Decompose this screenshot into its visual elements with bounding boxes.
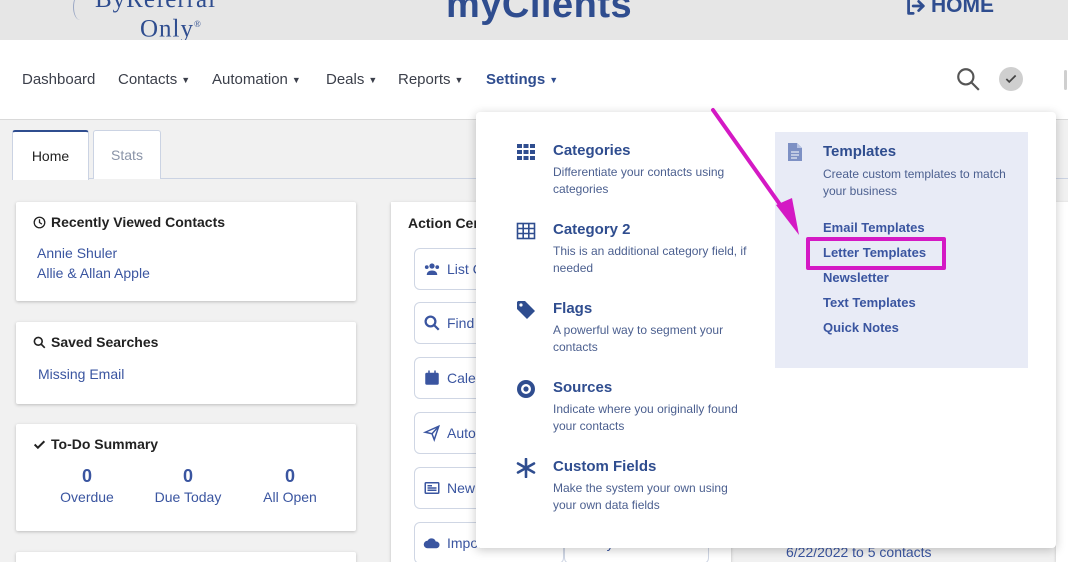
- calendar-icon: [425, 370, 439, 385]
- search-icon[interactable]: [955, 66, 981, 92]
- text-templates-link[interactable]: Text Templates: [823, 295, 916, 310]
- check-icon: [1005, 74, 1017, 84]
- nav-deals[interactable]: Deals ▼: [326, 71, 377, 88]
- right-card: [1056, 202, 1068, 562]
- menu-item-flags[interactable]: Flags A powerful way to segment your con…: [516, 300, 786, 360]
- saved-search-link[interactable]: Missing Email: [38, 364, 124, 384]
- todo-summary-card: To-Do Summary 0 Overdue 0 Due Today 0 Al…: [16, 424, 356, 531]
- scroll-edge: [1064, 70, 1067, 90]
- menu-item-categories[interactable]: Categories Differentiate your contacts u…: [516, 142, 786, 202]
- templates-desc: Create custom templates to match your bu…: [823, 167, 1006, 198]
- templates-panel: Templates Create custom templates to mat…: [775, 132, 1028, 368]
- users-icon: [424, 263, 440, 275]
- asterisk-icon: [516, 458, 536, 478]
- document-icon: [788, 143, 802, 161]
- recent-contact-link[interactable]: Annie Shuler: [37, 243, 150, 263]
- recent-contacts-card: Recently Viewed Contacts Annie Shuler Al…: [16, 202, 356, 301]
- cloud-upload-icon: [423, 538, 440, 549]
- home-label: HOME: [931, 0, 994, 17]
- todo-title: To-Do Summary: [51, 436, 159, 452]
- logo[interactable]: ByReferral Only®: [73, 0, 216, 40]
- logo-line1: ByReferral: [95, 0, 216, 12]
- check-icon: [33, 440, 46, 449]
- email-templates-link[interactable]: Email Templates: [823, 220, 925, 235]
- search-icon: [33, 336, 46, 348]
- recent-title: Recently Viewed Contacts: [51, 214, 226, 230]
- main-nav: Dashboard Contacts ▼ Automation ▼ Deals ▼ R…: [0, 40, 1068, 120]
- letter-templates-link[interactable]: Letter Templates: [823, 245, 926, 260]
- templates-title: Templates: [823, 143, 897, 160]
- nav-automation[interactable]: Automation ▼: [212, 71, 301, 88]
- nav-dashboard[interactable]: Dashboard: [22, 71, 95, 88]
- settings-dropdown: Categories Differentiate your contacts u…: [476, 112, 1056, 548]
- chevron-down-icon: ▼: [181, 74, 191, 85]
- chevron-down-icon: ▼: [368, 74, 378, 85]
- newspaper-icon: [424, 482, 440, 494]
- nav-reports[interactable]: Reports ▼: [398, 71, 463, 88]
- grid-icon: [517, 144, 535, 160]
- quick-notes-link[interactable]: Quick Notes: [823, 320, 899, 335]
- clock-icon: [33, 216, 46, 228]
- nav-settings[interactable]: Settings ▼: [486, 71, 558, 88]
- tab-home[interactable]: Home: [12, 130, 89, 180]
- search-icon: [424, 315, 440, 331]
- menu-item-sources[interactable]: Sources Indicate where you originally fo…: [516, 379, 786, 439]
- chevron-down-icon: ▼: [549, 74, 559, 85]
- recent-contact-link[interactable]: Allie & Allan Apple: [37, 263, 150, 283]
- todo-due-today[interactable]: 0 Due Today: [148, 466, 228, 505]
- menu-item-custom-fields[interactable]: Custom Fields Make the system your own u…: [516, 458, 786, 518]
- newsletter-link[interactable]: Newsletter: [823, 270, 889, 285]
- saved-title: Saved Searches: [51, 334, 159, 350]
- saved-searches-card: Saved Searches Missing Email: [16, 322, 356, 404]
- tag-icon: [517, 301, 535, 319]
- menu-item-category-2[interactable]: Category 2 This is an additional categor…: [516, 221, 786, 281]
- table-icon: [516, 222, 536, 240]
- nav-contacts[interactable]: Contacts ▼: [118, 71, 190, 88]
- next-card: [16, 552, 356, 562]
- home-link[interactable]: HOME: [904, 0, 994, 18]
- chevron-down-icon: ▼: [291, 74, 301, 85]
- logo-line2: Only: [140, 15, 194, 40]
- tab-stats[interactable]: Stats: [93, 130, 161, 179]
- target-icon: [517, 380, 535, 398]
- top-banner: ByReferral Only® myClients HOME: [0, 0, 1068, 40]
- todo-all-open[interactable]: 0 All Open: [254, 466, 326, 505]
- chevron-down-icon: ▼: [454, 74, 464, 85]
- app-title: myClients: [446, 0, 633, 26]
- send-icon: [423, 424, 440, 442]
- todo-overdue[interactable]: 0 Overdue: [52, 466, 122, 505]
- logout-icon: [907, 0, 925, 15]
- check-button[interactable]: [999, 67, 1023, 91]
